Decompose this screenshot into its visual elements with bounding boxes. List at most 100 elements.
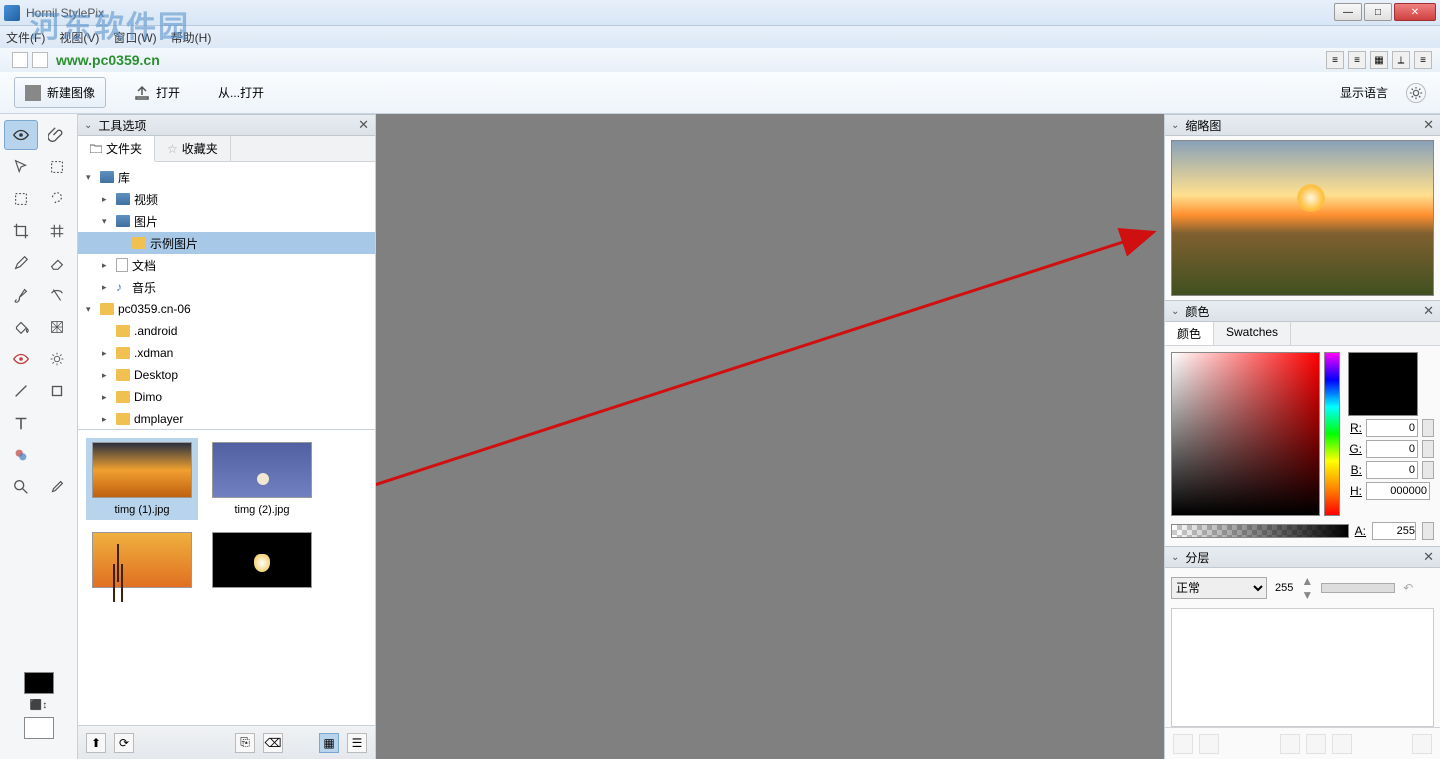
thumbnail-item[interactable] [86,528,198,598]
new-image-button[interactable]: 新建图像 [14,77,106,108]
chevron-down-icon[interactable]: ⌄ [84,120,92,131]
list-view-icon[interactable]: ☰ [347,733,367,753]
zoom-tool[interactable] [4,472,38,502]
menu-window[interactable]: 窗口(W) [113,29,156,46]
tab-color[interactable]: 颜色 [1165,322,1214,345]
merge-down-icon[interactable] [1306,734,1326,754]
dropdown-icon-1[interactable] [12,52,28,68]
line-tool[interactable] [4,376,38,406]
menu-file[interactable]: 文件(F) [6,29,45,46]
r-input[interactable] [1366,419,1418,437]
chevron-down-icon[interactable]: ⌄ [1171,120,1179,131]
close-panel-icon[interactable]: ✕ [358,117,369,133]
tree-arrow-icon[interactable]: ▾ [86,304,96,315]
tree-item[interactable]: ▾图片 [78,210,375,232]
crop-tool[interactable] [4,216,38,246]
shape-tool[interactable] [40,376,74,406]
background-color-swatch[interactable] [24,717,54,739]
tab-folder[interactable]: 文件夹 [78,136,155,162]
swap-colors-icon[interactable]: ⬛↕ [30,700,47,711]
new-group-icon[interactable] [1199,734,1219,754]
spinner-icon[interactable] [1422,440,1434,458]
marquee2-tool[interactable] [4,184,38,214]
refresh-icon[interactable]: ⟳ [114,733,134,753]
settings-button[interactable] [1406,83,1426,103]
tree-item[interactable]: ▾pc0359.cn-06 [78,298,375,320]
tree-item[interactable]: ▸视频 [78,188,375,210]
panel-toggle-5-icon[interactable]: ≡ [1414,51,1432,69]
panel-toggle-4-icon[interactable]: ⟂ [1392,51,1410,69]
spinner-icon[interactable] [1422,419,1434,437]
duplicate-layer-icon[interactable] [1280,734,1300,754]
foreground-color-swatch[interactable] [24,672,54,694]
blend-mode-select[interactable]: 正常 [1171,577,1267,599]
canvas-area[interactable] [376,114,1164,759]
display-language-label[interactable]: 显示语言 [1340,84,1388,101]
menu-view[interactable]: 视图(V) [59,29,99,46]
eye-tool[interactable] [4,120,38,150]
hue-slider[interactable] [1324,352,1340,516]
tree-item[interactable]: ▾库 [78,166,375,188]
tree-item[interactable]: ▸dmplayer [78,408,375,430]
opacity-slider[interactable] [1321,583,1395,593]
close-panel-icon[interactable]: ✕ [1423,549,1434,565]
maximize-button[interactable]: □ [1364,3,1392,21]
dropdown-icon-2[interactable] [32,52,48,68]
lasso-tool[interactable] [40,184,74,214]
up-folder-icon[interactable]: ⬆ [86,733,106,753]
close-panel-icon[interactable]: ✕ [1423,303,1434,319]
attach-tool[interactable] [40,120,74,150]
chevron-down-icon[interactable]: ⌄ [1171,552,1179,563]
delete-icon[interactable]: ⌫ [263,733,283,753]
tab-favorites[interactable]: ☆ 收藏夹 [155,136,231,161]
pointer-tool[interactable] [4,152,38,182]
bucket-tool[interactable] [4,312,38,342]
brush-tool[interactable] [4,280,38,310]
tree-item[interactable]: ▸.xdman [78,342,375,364]
layers-list[interactable] [1171,608,1434,727]
text-tool[interactable] [4,408,38,438]
tree-item[interactable]: ▸Dimo [78,386,375,408]
tree-item[interactable]: .android [78,320,375,342]
tree-item[interactable]: ▸文档 [78,254,375,276]
close-button[interactable]: ✕ [1394,3,1436,21]
light-tool[interactable] [40,344,74,374]
tree-arrow-icon[interactable]: ▸ [102,194,112,205]
open-from-button[interactable]: 从...打开 [208,78,274,107]
close-panel-icon[interactable]: ✕ [1423,117,1434,133]
new-layer-icon[interactable] [1173,734,1193,754]
tree-arrow-icon[interactable]: ▸ [102,414,112,425]
tree-arrow-icon[interactable]: ▸ [102,260,112,271]
spinner-icon[interactable] [1422,522,1434,540]
panel-toggle-1-icon[interactable]: ≡ [1326,51,1344,69]
chevron-down-icon[interactable]: ⌄ [1171,306,1179,317]
tree-arrow-icon[interactable]: ▸ [102,370,112,381]
redeye-tool[interactable] [4,344,38,374]
hex-input[interactable] [1366,482,1430,500]
tree-arrow-icon[interactable]: ▸ [102,282,112,293]
clone-tool[interactable] [40,280,74,310]
thumbnail-item[interactable]: timg (1).jpg [86,438,198,520]
tree-item[interactable]: ▸♪音乐 [78,276,375,298]
delete-layer-icon[interactable] [1332,734,1352,754]
g-input[interactable] [1366,440,1418,458]
tree-item[interactable]: 示例图片 [78,232,375,254]
saturation-value-picker[interactable] [1171,352,1320,516]
menu-help[interactable]: 帮助(H) [171,29,212,46]
tree-arrow-icon[interactable]: ▸ [102,348,112,359]
alpha-input[interactable] [1372,522,1416,540]
tree-arrow-icon[interactable]: ▾ [86,172,96,183]
panel-toggle-2-icon[interactable]: ≡ [1348,51,1366,69]
pattern-tool[interactable] [40,312,74,342]
minimize-button[interactable]: — [1334,3,1362,21]
open-button[interactable]: 打开 [124,78,190,107]
tree-arrow-icon[interactable]: ▾ [102,216,112,227]
tab-swatches[interactable]: Swatches [1214,322,1291,345]
marquee-tool[interactable] [40,152,74,182]
pencil-tool[interactable] [4,248,38,278]
spinner-icon[interactable] [1422,461,1434,479]
tree-arrow-icon[interactable]: ▸ [102,392,112,403]
import-icon[interactable]: ⎘ [235,733,255,753]
eyedropper-tool[interactable] [40,472,74,502]
alpha-slider[interactable] [1171,524,1349,538]
